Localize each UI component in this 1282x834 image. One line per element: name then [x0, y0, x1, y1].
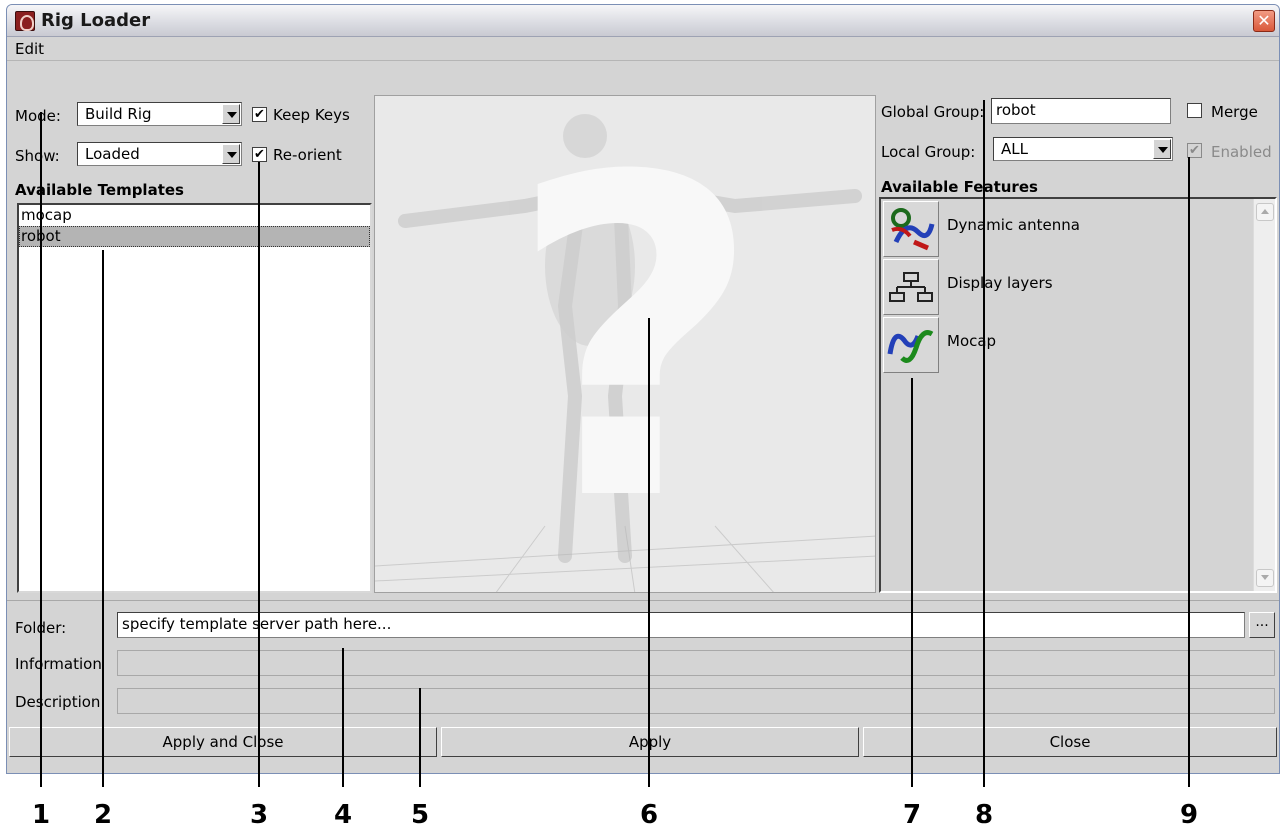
re-orient-label: Re-orient	[273, 146, 342, 164]
feature-label: Display layers	[947, 274, 1053, 292]
global-group-label: Global Group:	[881, 103, 985, 121]
mode-value: Build Rig	[85, 105, 152, 123]
apply-and-close-button[interactable]: Apply and Close	[9, 727, 437, 757]
features-list[interactable]: Dynamic antenna Display layers Mocap	[879, 197, 1277, 593]
scroll-up-icon[interactable]	[1256, 203, 1274, 221]
callout-number-6: 6	[640, 800, 659, 830]
local-group-dropdown[interactable]: ALL	[993, 137, 1173, 161]
enabled-label: Enabled	[1211, 143, 1272, 161]
merge-label: Merge	[1211, 103, 1258, 121]
local-group-label: Local Group:	[881, 143, 976, 161]
callout-line-8	[983, 100, 985, 787]
callout-number-1: 1	[32, 800, 51, 830]
enabled-checkbox[interactable]: ✔	[1187, 143, 1202, 158]
callout-line-9	[1188, 157, 1190, 787]
question-mark-icon: ?	[507, 95, 763, 593]
callout-number-8: 8	[975, 800, 994, 830]
information-label: Information	[15, 655, 102, 673]
show-dropdown[interactable]: Loaded	[77, 142, 242, 166]
templates-list[interactable]: mocap robot	[17, 203, 372, 593]
rig-loader-window: Rig Loader ✕ Edit Mode: Build Rig ✔ Keep…	[6, 4, 1280, 774]
feature-item-display-layers[interactable]: Display layers	[883, 259, 1223, 315]
callout-line-4	[342, 648, 344, 787]
chevron-down-icon[interactable]	[222, 144, 240, 164]
template-item-robot[interactable]: robot	[19, 226, 370, 247]
show-value: Loaded	[85, 145, 140, 163]
window-title: Rig Loader	[41, 10, 151, 31]
keep-keys-checkbox[interactable]: ✔	[252, 107, 267, 122]
menu-edit[interactable]: Edit	[15, 40, 44, 58]
app-icon	[15, 11, 35, 31]
callout-number-3: 3	[250, 800, 269, 830]
callout-line-3	[258, 162, 260, 787]
template-preview: ?	[374, 95, 876, 593]
re-orient-checkbox[interactable]: ✔	[252, 147, 267, 162]
merge-checkbox[interactable]	[1187, 103, 1202, 118]
local-group-value: ALL	[1001, 140, 1028, 158]
callout-number-4: 4	[334, 800, 353, 830]
keep-keys-label: Keep Keys	[273, 106, 350, 124]
callout-number-2: 2	[94, 800, 113, 830]
callout-line-2	[102, 250, 104, 787]
global-group-input[interactable]: robot	[991, 98, 1171, 124]
feature-label: Mocap	[947, 332, 997, 350]
display-layers-icon	[883, 259, 939, 315]
title-bar[interactable]: Rig Loader ✕	[7, 5, 1279, 37]
scroll-down-icon[interactable]	[1256, 569, 1274, 587]
feature-item-dynamic-antenna[interactable]: Dynamic antenna	[883, 201, 1223, 257]
callout-line-7	[911, 378, 913, 787]
dynamic-antenna-icon	[883, 201, 939, 257]
divider	[7, 600, 1279, 601]
mocap-icon	[883, 317, 939, 373]
callout-number-9: 9	[1180, 800, 1199, 830]
template-item-mocap[interactable]: mocap	[19, 205, 370, 226]
folder-input[interactable]: specify template server path here...	[117, 612, 1245, 638]
menu-bar: Edit	[7, 37, 1279, 61]
mode-dropdown[interactable]: Build Rig	[77, 102, 242, 126]
apply-button[interactable]: Apply	[441, 727, 859, 757]
feature-label: Dynamic antenna	[947, 216, 1080, 234]
window-close-button[interactable]: ✕	[1253, 10, 1275, 32]
features-scrollbar[interactable]	[1253, 199, 1275, 591]
description-field	[117, 688, 1275, 714]
chevron-down-icon[interactable]	[1153, 139, 1171, 159]
callout-number-5: 5	[411, 800, 430, 830]
close-button[interactable]: Close	[863, 727, 1277, 757]
callout-line-5	[419, 688, 421, 787]
callout-line-6	[648, 318, 650, 787]
information-field	[117, 650, 1275, 676]
feature-item-mocap[interactable]: Mocap	[883, 317, 1223, 373]
available-features-heading: Available Features	[881, 178, 1038, 196]
show-label: Show:	[15, 147, 60, 165]
description-label: Description	[15, 693, 101, 711]
callout-number-7: 7	[903, 800, 922, 830]
callout-line-1	[40, 112, 42, 787]
browse-button[interactable]: ...	[1249, 612, 1275, 638]
mode-label: Mode:	[15, 107, 61, 125]
chevron-down-icon[interactable]	[222, 104, 240, 124]
